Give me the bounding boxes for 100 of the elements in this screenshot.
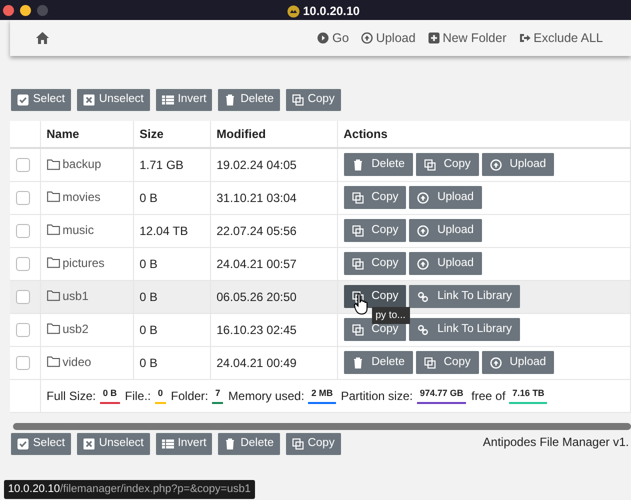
nav-link[interactable]: Exclude ALL [518, 28, 603, 48]
checkbox-icon [17, 94, 29, 106]
folder-name[interactable]: usb2 [62, 320, 89, 338]
list-icon [162, 94, 174, 106]
folder-name[interactable]: backup [62, 155, 102, 173]
summary-value: 7 [212, 387, 224, 404]
upload-icon [417, 192, 430, 204]
x-square-icon [82, 438, 95, 450]
zoom-button[interactable] [37, 4, 48, 16]
copy-button[interactable]: Copy [416, 351, 479, 374]
sign-out-icon [518, 32, 530, 44]
date-text: 24.04.21 00:49 [216, 356, 297, 370]
date-text: 19.02.24 04:05 [216, 158, 297, 172]
date-text: 06.05.26 20:50 [216, 290, 297, 304]
summary-label: free of [471, 388, 506, 404]
checkbox[interactable] [16, 322, 30, 336]
link-button[interactable]: Link To Library [409, 285, 520, 308]
checkbox[interactable] [16, 356, 30, 370]
checkbox[interactable] [16, 190, 30, 204]
copy-button[interactable]: Copy [286, 89, 341, 111]
summary-value: 2 MB [308, 387, 336, 404]
minimize-button[interactable] [20, 4, 31, 16]
close-button[interactable] [3, 4, 14, 16]
copy-button[interactable]: Copy [286, 432, 341, 454]
copy-button[interactable]: Copy [344, 252, 406, 275]
unselect-button[interactable]: Unselect [76, 432, 150, 454]
copy-icon [424, 356, 436, 368]
folder-icon [46, 191, 60, 202]
status-url: 10.0.20.10/filemanager/index.php?p=&copy=usb1 [4, 480, 255, 498]
size-text: 1.71 GB [140, 158, 184, 172]
summary-value: 7.16 TB [509, 387, 548, 404]
logo-icon [287, 4, 300, 18]
select-button[interactable]: Select [11, 432, 71, 454]
folder-icon [46, 323, 60, 334]
hand-cursor-icon [354, 293, 370, 315]
checkbox-icon [17, 438, 29, 450]
date-text: 16.10.23 02:45 [216, 322, 297, 336]
upload-button[interactable]: Upload [409, 219, 482, 242]
size-text: 0 B [140, 190, 158, 204]
folder-icon [46, 224, 60, 236]
nav-link[interactable]: Go [317, 28, 349, 48]
copy-icon [352, 324, 364, 336]
copy-button[interactable]: Copy [344, 186, 406, 209]
date-text: 22.07.24 05:56 [216, 224, 297, 238]
size-text: 0 B [140, 356, 158, 370]
link-button[interactable]: Link To Library [409, 318, 520, 341]
folder-name[interactable]: movies [62, 188, 101, 206]
copy-icon [352, 224, 364, 236]
delete-button[interactable]: Delete [218, 89, 280, 111]
column-header: Name [46, 127, 80, 141]
column-header: Size [140, 127, 164, 141]
size-text: 0 B [140, 290, 158, 304]
checkbox[interactable] [16, 290, 30, 304]
summary-label: Full Size: [46, 388, 96, 404]
upload-button[interactable]: Upload [409, 252, 482, 275]
invert-button[interactable]: Invert [156, 432, 212, 454]
summary-label: Memory used: [228, 388, 304, 404]
invert-button[interactable]: Invert [156, 89, 212, 111]
trash-icon [352, 356, 364, 368]
list-icon [162, 438, 174, 450]
copy-icon [292, 438, 304, 450]
checkbox[interactable] [16, 224, 30, 238]
summary-value: 974.77 GB [416, 387, 466, 404]
select-button[interactable]: Select [11, 89, 71, 111]
upload-button[interactable]: Upload [482, 153, 554, 176]
copy-button[interactable]: Copy [344, 219, 406, 242]
unselect-button[interactable]: Unselect [76, 89, 150, 111]
window-title: 10.0.20.10 [303, 3, 360, 20]
folder-name[interactable]: video [62, 352, 92, 371]
copy-icon [352, 192, 364, 204]
checkbox[interactable] [16, 256, 30, 270]
checkbox[interactable] [16, 158, 30, 172]
trash-icon [352, 158, 364, 171]
folder-name[interactable]: pictures [62, 254, 105, 272]
copy-icon [292, 94, 304, 106]
folder-icon [46, 290, 60, 302]
summary-value: 0 B [100, 387, 120, 404]
scrollbar[interactable] [13, 422, 631, 430]
delete-button[interactable]: Delete [218, 432, 280, 454]
upload-icon [490, 356, 502, 368]
folder-name[interactable]: usb1 [62, 286, 89, 305]
footer-text: Antipodes File Manager v1. [482, 434, 629, 450]
link-icon [417, 324, 430, 336]
folder-name[interactable]: music [62, 220, 94, 239]
copy-button[interactable]: Copy [416, 153, 479, 176]
size-text: 0 B [140, 256, 158, 270]
nav-link[interactable]: Upload [360, 28, 416, 48]
upload-button[interactable]: Upload [409, 186, 482, 209]
upload-button[interactable]: Upload [482, 351, 554, 374]
delete-button[interactable]: Delete [344, 351, 413, 374]
nav-link[interactable]: New Folder [428, 28, 506, 48]
summary-value: 0 [154, 387, 166, 404]
plus-square-icon [428, 32, 440, 44]
folder-icon [46, 158, 60, 170]
home-icon[interactable] [36, 32, 49, 44]
trash-icon [224, 94, 236, 106]
delete-button[interactable]: Delete [344, 153, 413, 176]
x-square-icon [82, 94, 95, 106]
copy-icon [352, 258, 364, 270]
upload-icon [417, 224, 430, 236]
